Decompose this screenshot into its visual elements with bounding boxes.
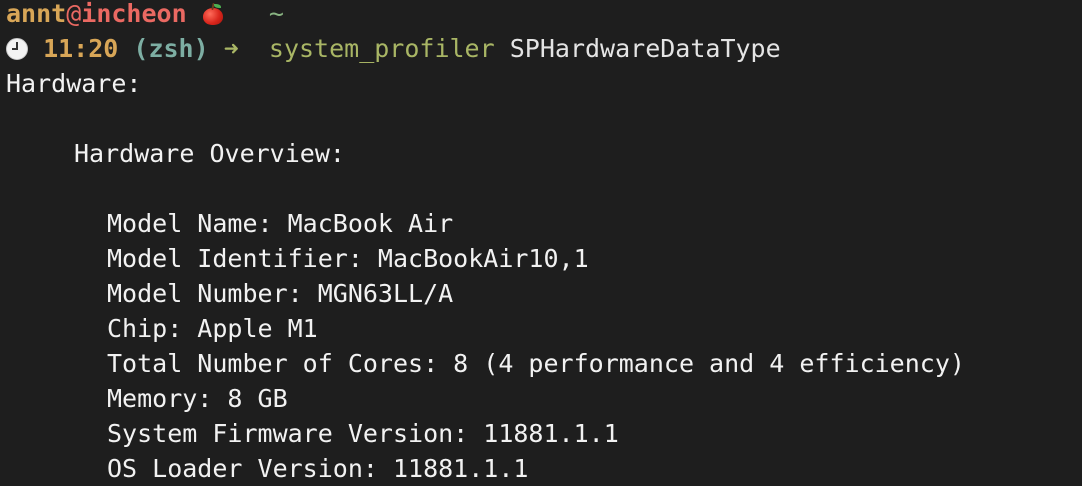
- output-line-memory: Memory: 8 GB: [107, 384, 288, 413]
- output-line-firmware: System Firmware Version: 11881.1.1: [107, 419, 619, 448]
- output-line-model-identifier: Model Identifier: MacBookAir10,1: [107, 244, 589, 273]
- prompt-line: annt@incheon ~: [6, 0, 1082, 31]
- command-argument: SPHardwareDataType: [509, 34, 781, 63]
- prompt-host: incheon: [81, 0, 187, 28]
- output-line-chip: Chip: Apple M1: [107, 314, 318, 343]
- prompt-at: @: [66, 0, 82, 28]
- command-line: 11:20 (zsh) ➜ system_profiler SPHardware…: [6, 31, 1082, 66]
- output-line-cores: Total Number of Cores: 8 (4 performance …: [107, 349, 965, 378]
- apple-icon: [202, 2, 224, 25]
- output-line-model-name: Model Name: MacBook Air: [107, 209, 454, 238]
- output-section-title: Hardware Overview:: [74, 139, 345, 168]
- prompt-arrow-icon: ➜: [223, 34, 239, 63]
- prompt-user: annt: [6, 0, 67, 28]
- command-name: system_profiler: [268, 34, 495, 63]
- terminal-output[interactable]: annt@incheon ~ 11:20 (zsh) ➜ system_prof…: [6, 0, 1082, 486]
- output-line-os-loader: OS Loader Version: 11881.1.1: [107, 454, 529, 483]
- prompt-shell: (zsh): [133, 34, 209, 63]
- clock-icon: [6, 38, 28, 60]
- prompt-cwd: ~: [268, 0, 284, 28]
- output-line-model-number: Model Number: MGN63LL/A: [107, 279, 454, 308]
- prompt-time: 11:20: [43, 34, 119, 63]
- output-heading: Hardware:: [6, 69, 142, 98]
